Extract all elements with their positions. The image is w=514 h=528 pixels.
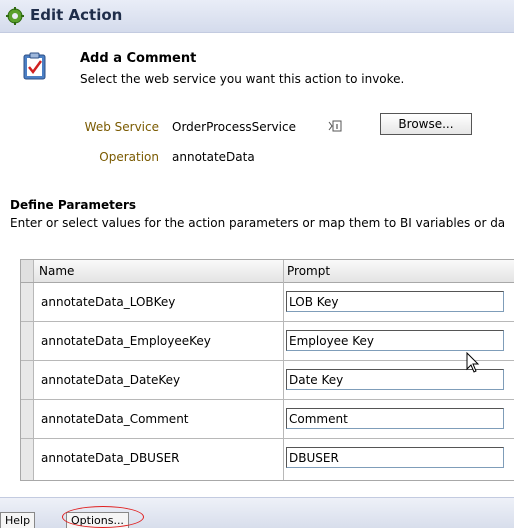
tab-help[interactable]: Help	[0, 512, 36, 528]
gear-icon	[6, 7, 24, 25]
param-name: annotateData_DateKey	[41, 373, 181, 387]
info-icon[interactable]	[328, 119, 342, 133]
prompt-input[interactable]	[286, 330, 504, 351]
parameters-title: Define Parameters	[10, 198, 137, 212]
table-header: Name Prompt	[21, 260, 514, 283]
header-handle	[21, 260, 34, 282]
parameters-description: Enter or select values for the action pa…	[10, 216, 506, 230]
table-row: annotateData_EmployeeKey	[21, 322, 514, 361]
table-row: annotateData_DBUSER	[21, 439, 514, 478]
highlight-annotation	[62, 506, 144, 528]
prompt-input[interactable]	[286, 447, 504, 468]
mouse-pointer-icon	[466, 352, 480, 373]
dialog-title: Edit Action	[30, 6, 123, 24]
param-name: annotateData_DBUSER	[41, 451, 180, 465]
param-name: annotateData_LOBKey	[41, 295, 176, 309]
operation-label: Operation	[99, 150, 159, 164]
prompt-input[interactable]	[286, 408, 504, 429]
web-service-label: Web Service	[84, 120, 159, 134]
operation-value: annotateData	[172, 150, 255, 164]
web-service-value: OrderProcessService	[172, 120, 296, 134]
browse-button[interactable]: Browse...	[380, 113, 472, 135]
table-row: annotateData_Comment	[21, 400, 514, 439]
column-header-prompt[interactable]: Prompt	[287, 264, 330, 278]
action-heading: Add a Comment	[80, 51, 197, 66]
param-name: annotateData_EmployeeKey	[41, 334, 211, 348]
column-header-name[interactable]: Name	[39, 264, 74, 278]
action-description: Select the web service you want this act…	[80, 72, 405, 86]
param-name: annotateData_Comment	[41, 412, 189, 426]
table-row: annotateData_LOBKey	[21, 283, 514, 322]
prompt-input[interactable]	[286, 291, 504, 312]
parameters-table: Name Prompt annotateData_LOBKey annotate…	[20, 259, 514, 481]
table-row: annotateData_DateKey	[21, 361, 514, 400]
dialog-title-bar: Edit Action	[0, 0, 514, 33]
clipboard-check-icon	[23, 52, 46, 80]
